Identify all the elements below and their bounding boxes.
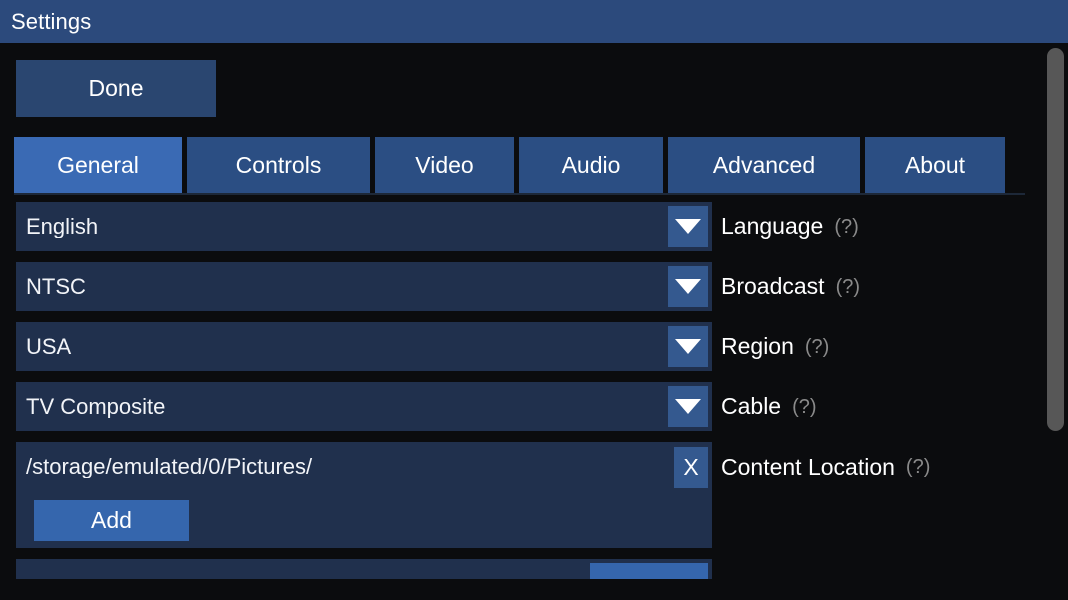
dropdown-region[interactable]: USA <box>16 322 712 371</box>
setting-row: NTSC Broadcast (?) <box>0 262 1036 311</box>
dropdown-value: USA <box>26 335 72 358</box>
tab-general[interactable]: General <box>14 137 182 193</box>
setting-row: USA Region (?) <box>0 322 1036 371</box>
setting-row: English Language (?) <box>0 202 1036 251</box>
vertical-scrollbar-track[interactable] <box>1036 43 1068 600</box>
chevron-down-icon[interactable] <box>668 266 708 307</box>
setting-label: Region <box>721 333 794 359</box>
close-icon[interactable]: X <box>674 446 708 488</box>
add-button[interactable]: Add <box>34 500 189 541</box>
tab-about[interactable]: About <box>865 137 1005 193</box>
content-location-path-row: /storage/emulated/0/Pictures/X <box>16 442 712 492</box>
dropdown-cable[interactable]: TV Composite <box>16 382 712 431</box>
content-location-label-group: Content Location (?) <box>721 442 930 492</box>
done-button[interactable]: Done <box>16 60 216 117</box>
chevron-down-glyph <box>675 279 701 294</box>
help-icon[interactable]: (?) <box>792 397 816 417</box>
tab-controls[interactable]: Controls <box>187 137 370 193</box>
help-icon[interactable]: (?) <box>834 217 858 237</box>
setting-label-group: Language (?) <box>721 202 859 251</box>
chevron-down-icon[interactable] <box>668 326 708 367</box>
help-icon[interactable]: (?) <box>805 337 829 357</box>
setting-label-group: Cable (?) <box>721 382 817 431</box>
tab-audio[interactable]: Audio <box>519 137 663 193</box>
chevron-down-glyph <box>675 219 701 234</box>
content-location-field[interactable]: /storage/emulated/0/Pictures/X Add <box>16 442 712 548</box>
setting-label: Broadcast <box>721 273 825 299</box>
dropdown-value: NTSC <box>26 275 86 298</box>
chevron-down-glyph <box>675 339 701 354</box>
setting-label: Language <box>721 213 824 239</box>
dropdown-language[interactable]: English <box>16 202 712 251</box>
tab-video[interactable]: Video <box>375 137 514 193</box>
setting-label-group: Broadcast (?) <box>721 262 860 311</box>
setting-row-partial <box>0 559 1036 579</box>
content-location-label: Content Location <box>721 453 895 480</box>
vertical-scrollbar-thumb[interactable] <box>1047 48 1064 431</box>
dropdown-value: TV Composite <box>26 395 166 418</box>
settings-content: Done General Controls Video Audio Advanced Ab… <box>0 43 1036 600</box>
help-icon[interactable]: (?) <box>836 277 860 297</box>
chevron-down-glyph <box>675 399 701 414</box>
chevron-down-icon[interactable] <box>668 206 708 247</box>
dropdown-value: English <box>26 215 99 238</box>
tab-bar: General Controls Video Audio Advanced About <box>14 137 1024 193</box>
setting-row: TV Composite Cable (?) <box>0 382 1036 431</box>
chevron-down-icon[interactable] <box>668 386 708 427</box>
tab-advanced[interactable]: Advanced <box>668 137 860 193</box>
setting-label: Cable <box>721 393 782 419</box>
toolbar: Done <box>0 60 1036 118</box>
window-title: Settings <box>11 8 92 34</box>
partial-control[interactable] <box>590 563 708 579</box>
tab-underline-divider <box>14 193 1025 195</box>
help-icon[interactable]: (?) <box>906 457 930 477</box>
content-location-row: /storage/emulated/0/Pictures/X Add Content… <box>0 442 1036 548</box>
title-bar: Settings <box>0 0 1068 43</box>
dropdown-broadcast[interactable]: NTSC <box>16 262 712 311</box>
partial-field[interactable] <box>16 559 712 579</box>
settings-list: English Language (?) NTSC Broadcast (?) USA Reg… <box>0 202 1036 590</box>
setting-label-group: Region (?) <box>721 322 829 371</box>
content-location-path: /storage/emulated/0/Pictures/ <box>26 456 313 478</box>
settings-window: Settings Done General Controls Video Audio A… <box>0 0 1068 600</box>
